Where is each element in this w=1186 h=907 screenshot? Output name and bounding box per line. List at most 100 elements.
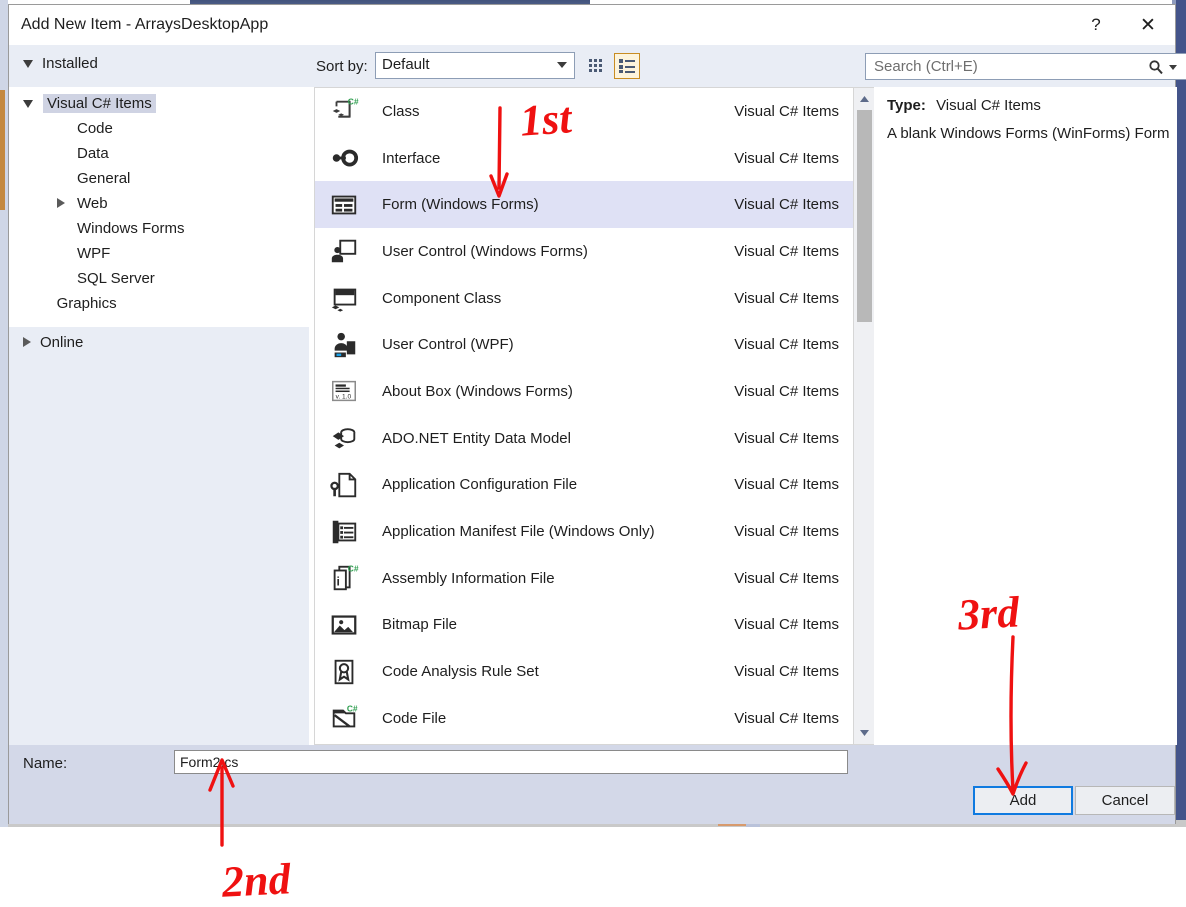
- search-icon: [1148, 59, 1164, 80]
- class-icon: C#: [332, 97, 359, 118]
- shell-background-left-accent: [0, 90, 5, 210]
- list-item[interactable]: v. 1.0 About Box (Windows Forms) Visual C#…: [315, 368, 853, 415]
- list-item-name: Class: [382, 102, 420, 120]
- installed-label: Installed: [42, 55, 98, 72]
- list-item-category: Visual C# Items: [734, 382, 839, 400]
- cancel-button[interactable]: Cancel: [1075, 786, 1175, 815]
- list-item-name: Assembly Information File: [382, 569, 555, 587]
- list-item[interactable]: Form (Windows Forms) Visual C# Items: [315, 181, 853, 229]
- tree-item-visual-c-items[interactable]: Visual C# Items: [23, 91, 156, 116]
- template-list-scrollbar[interactable]: [854, 87, 874, 745]
- svg-text:C#: C#: [347, 704, 358, 714]
- list-item[interactable]: ADO.NET Entity Data Model Visual C# Items: [315, 415, 853, 462]
- chevron-down-icon: [23, 59, 33, 68]
- tree-item-data[interactable]: Data: [57, 141, 109, 166]
- about-box-icon: v. 1.0: [328, 375, 360, 407]
- installed-section-header[interactable]: Installed: [23, 55, 98, 72]
- svg-text:i: i: [337, 575, 340, 589]
- help-icon[interactable]: ?: [1073, 5, 1119, 45]
- details-type-label: Type:: [887, 97, 926, 114]
- tree-item-graphics[interactable]: Graphics: [37, 291, 117, 316]
- add-new-item-dialog: Add New Item - ArraysDesktopApp ? ✕ Inst…: [8, 4, 1186, 824]
- grid-view-icon: [589, 59, 602, 72]
- sort-by-select[interactable]: Default: [375, 52, 575, 79]
- list-view-icon: [619, 59, 635, 73]
- chevron-right-icon: [23, 337, 31, 347]
- list-item-name: Application Configuration File: [382, 476, 578, 494]
- user-control-wpf-icon: [328, 329, 360, 361]
- list-item-name: User Control (Windows Forms): [382, 242, 588, 260]
- list-item-name: Code File: [382, 709, 447, 727]
- scrollbar-thumb[interactable]: [857, 110, 872, 322]
- assembly-info-icon: i C#: [333, 564, 359, 591]
- list-item-category: Visual C# Items: [734, 663, 839, 681]
- list-item[interactable]: C# Code File Visual C# Items: [315, 695, 853, 742]
- code-analysis-icon: [328, 656, 360, 688]
- code-analysis-icon: [334, 659, 354, 684]
- list-item-name: Bitmap File: [382, 616, 458, 634]
- list-item[interactable]: Bitmap File Visual C# Items: [315, 602, 853, 649]
- list-item-category: Visual C# Items: [734, 429, 839, 447]
- app-manifest-icon: [328, 516, 360, 548]
- tree-item-code[interactable]: Code: [57, 116, 113, 141]
- name-label: Name:: [23, 755, 68, 772]
- add-button[interactable]: Add: [973, 786, 1073, 815]
- details-type-row: Type: Visual C# Items: [887, 97, 1041, 114]
- chevron-down-icon[interactable]: [23, 95, 33, 112]
- search-box[interactable]: Search (Ctrl+E): [865, 53, 1186, 80]
- tree-item-label: Visual C# Items: [43, 94, 156, 113]
- list-item[interactable]: Interface Visual C# Items: [315, 135, 853, 182]
- online-label: Online: [40, 333, 84, 351]
- list-item-name: Application Manifest File (Windows Only): [382, 523, 655, 541]
- user-control-winforms-icon: [328, 235, 360, 267]
- list-item[interactable]: User Control (Windows Forms) Visual C# It…: [315, 228, 853, 275]
- tree-item-general[interactable]: General: [57, 166, 130, 191]
- list-item-category: Visual C# Items: [734, 242, 839, 260]
- screen: Add New Item - ArraysDesktopApp ? ✕ Inst…: [0, 0, 1186, 907]
- template-list[interactable]: C# Class Visual C# Items Interface Visual C#…: [314, 87, 854, 745]
- close-icon[interactable]: ✕: [1125, 5, 1171, 45]
- list-item[interactable]: Code Analysis Rule Set Visual C# Items: [315, 648, 853, 695]
- app-config-icon: [330, 472, 357, 498]
- list-item[interactable]: Application Configuration File Visual C# …: [315, 462, 853, 509]
- grid-view-button[interactable]: [584, 53, 610, 79]
- bitmap-icon: [328, 609, 360, 641]
- scroll-down-icon[interactable]: [854, 724, 874, 742]
- name-input[interactable]: Form2.cs: [174, 750, 848, 774]
- component-class-icon: [328, 282, 360, 314]
- user-control-wpf-icon: [334, 332, 356, 357]
- list-item[interactable]: Application Manifest File (Windows Only)…: [315, 508, 853, 555]
- list-view-button[interactable]: [614, 53, 640, 79]
- scroll-up-icon[interactable]: [854, 90, 874, 108]
- online-section-header[interactable]: Online: [9, 327, 309, 357]
- interface-icon: [328, 142, 360, 174]
- tree-item-sql-server[interactable]: SQL Server: [57, 266, 155, 291]
- user-control-winforms-icon: [331, 240, 357, 263]
- tree-item-label: SQL Server: [77, 270, 155, 287]
- ado-net-entity-icon: [328, 422, 360, 454]
- list-item-name: About Box (Windows Forms): [382, 382, 573, 400]
- tree-item-label: Graphics: [56, 295, 117, 312]
- list-item-name: Interface: [382, 149, 441, 167]
- list-item[interactable]: i C# Assembly Information File Visual C# It…: [315, 555, 853, 602]
- chevron-right-icon[interactable]: [57, 195, 67, 212]
- details-type-value: Visual C# Items: [936, 97, 1041, 114]
- tree-item-label: Windows Forms: [77, 220, 185, 237]
- search-input[interactable]: Search (Ctrl+E): [874, 58, 978, 75]
- list-item[interactable]: C# Class Visual C# Items: [315, 88, 853, 135]
- list-item-name: Code Analysis Rule Set: [382, 663, 539, 681]
- list-item-name: ADO.NET Entity Data Model: [382, 429, 571, 447]
- list-item-category: Visual C# Items: [734, 196, 839, 214]
- tree-item-wpf[interactable]: WPF: [57, 241, 110, 266]
- list-item-name: Form (Windows Forms): [382, 196, 539, 214]
- component-class-icon: [331, 288, 357, 312]
- class-icon: C#: [328, 95, 360, 127]
- tree-item-web[interactable]: Web: [57, 191, 108, 216]
- tree-item-windows-forms[interactable]: Windows Forms: [57, 216, 185, 241]
- list-item[interactable]: Component Class Visual C# Items: [315, 275, 853, 322]
- annotation-1st: 1st: [518, 93, 574, 146]
- list-item[interactable]: User Control (WPF) Visual C# Items: [315, 321, 853, 368]
- code-file-icon: C#: [332, 704, 358, 728]
- chevron-down-icon[interactable]: [1169, 65, 1177, 70]
- annotation-2nd: 2nd: [220, 854, 292, 907]
